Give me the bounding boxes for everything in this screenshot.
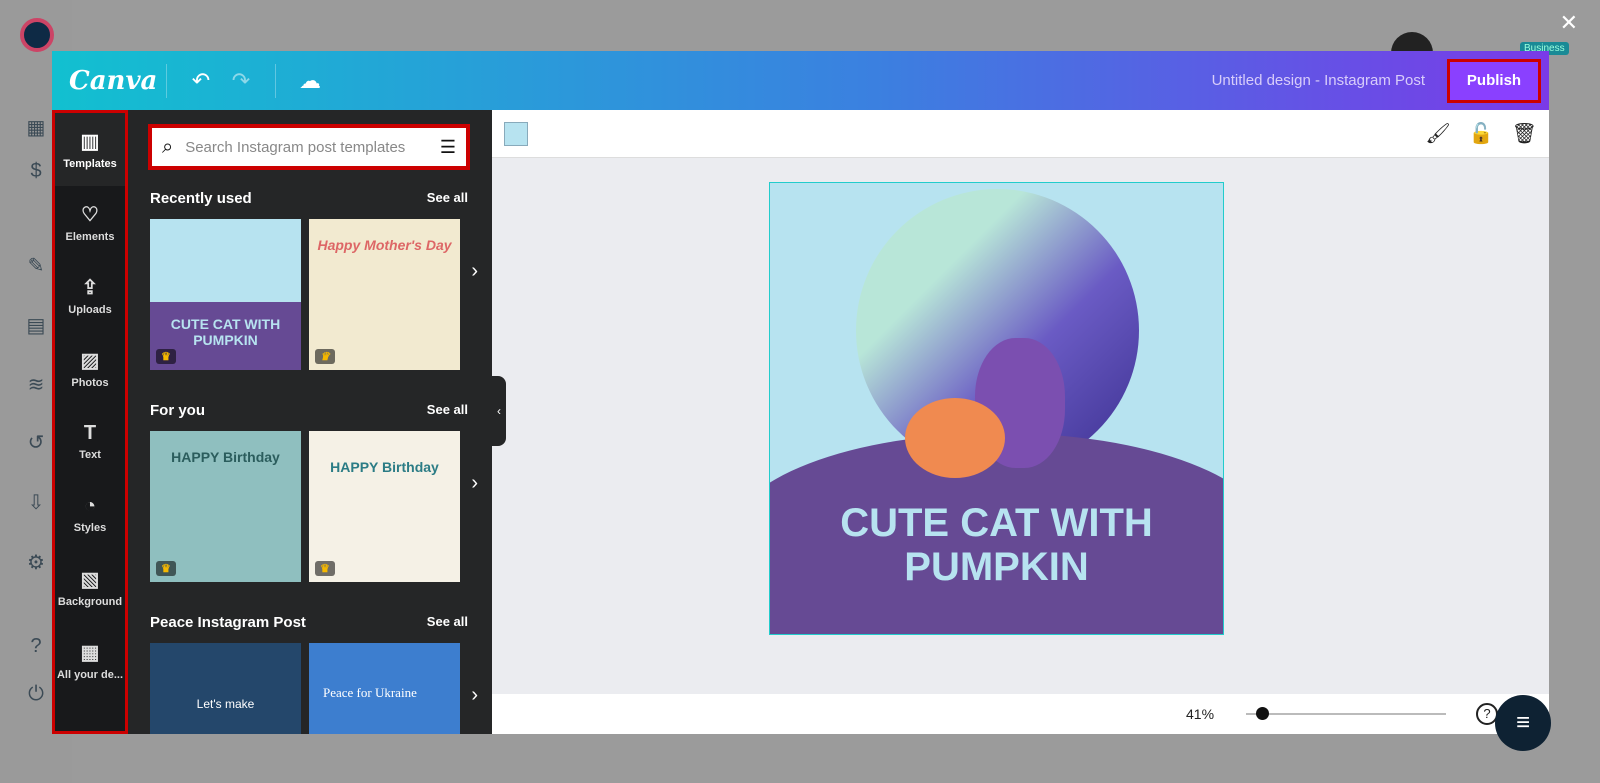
rail-elements[interactable]: ♡ Elements — [55, 186, 125, 259]
close-icon[interactable]: ✕ — [1560, 10, 1578, 36]
template-thumbnail[interactable]: HAPPY Birthday ♛ — [150, 431, 301, 582]
rail-label: Styles — [73, 522, 107, 534]
section-for-you: For you See all HAPPY Birthday ♛ HAPPY Bir… — [150, 402, 478, 582]
canvas-area: 🖌 🔓 🗑 CUTE CAT WITH PUMPKIN 41% ? — [492, 110, 1549, 734]
history-icon[interactable]: ↺ — [24, 430, 48, 454]
help-icon[interactable]: ? — [24, 635, 48, 659]
lock-icon[interactable]: 🔓 — [1469, 121, 1494, 146]
pumpkin-graphic — [905, 398, 1005, 478]
rail-label: Background — [57, 596, 123, 608]
background-icon: ▧ — [80, 569, 100, 591]
templates-panel: ⌕ Search Instagram post templates ☰ Rece… — [128, 110, 492, 734]
rail-label: Text — [79, 449, 101, 461]
settings-icon[interactable]: ⚙ — [24, 550, 48, 574]
rss-icon[interactable]: ≋ — [24, 372, 48, 396]
download-icon[interactable]: ⇩ — [24, 490, 48, 514]
search-input[interactable]: ⌕ Search Instagram post templates ☰ — [148, 124, 470, 170]
section-title: Peace Instagram Post — [150, 614, 306, 631]
thumb-text: Happy Mother's Day — [317, 237, 452, 253]
rail-photos[interactable]: ▨ Photos — [55, 332, 125, 405]
see-all-link[interactable]: See all — [427, 614, 468, 631]
footer-bar: 41% ? — [492, 694, 1549, 734]
canvas-toolbar: 🖌 🔓 🗑 — [492, 110, 1549, 158]
publish-button[interactable]: Publish — [1447, 58, 1541, 103]
chevron-right-icon[interactable]: › — [471, 472, 478, 495]
text-icon: T — [83, 422, 97, 444]
search-placeholder: Search Instagram post templates — [185, 138, 406, 156]
list-icon[interactable]: ▤ — [24, 313, 48, 337]
cloud-save-icon[interactable]: ☁ — [290, 68, 330, 94]
rail-label: All your de... — [56, 669, 123, 681]
see-all-link[interactable]: See all — [427, 402, 468, 419]
section-peace: Peace Instagram Post See all Let's make P… — [150, 614, 478, 734]
side-rail: ▥ Templates ♡ Elements ⇪ Uploads ▨ Photos TT… — [52, 110, 128, 734]
zoom-level[interactable]: 41% — [1186, 706, 1236, 722]
template-thumbnail[interactable]: Happy Mother's Day ♛ — [309, 219, 460, 370]
crown-icon: ♛ — [156, 561, 176, 576]
canva-logo[interactable]: Canva — [69, 66, 157, 96]
crown-icon: ♛ — [315, 349, 335, 364]
undo-icon[interactable]: ↶ — [181, 68, 221, 94]
divider — [275, 63, 276, 98]
elements-icon: ♡ — [81, 204, 99, 226]
rail-all-designs[interactable]: ▦ All your de... — [55, 624, 125, 697]
dashboard-icon[interactable]: ▦ — [24, 115, 48, 139]
top-bar: Canva ↶ ↷ ☁ Untitled design - Instagram … — [52, 51, 1549, 110]
redo-icon[interactable]: ↷ — [221, 68, 261, 94]
section-recently-used: Recently used See all CUTE CAT WITH PUMPK… — [150, 190, 478, 370]
design-headline[interactable]: CUTE CAT WITH PUMPKIN — [770, 501, 1223, 589]
templates-icon: ▥ — [80, 131, 100, 153]
rail-text[interactable]: T Text — [55, 405, 125, 478]
chevron-right-icon[interactable]: › — [471, 260, 478, 283]
photo-icon: ▨ — [80, 350, 100, 372]
zoom-slider[interactable] — [1246, 707, 1446, 720]
rail-uploads[interactable]: ⇪ Uploads — [55, 259, 125, 332]
host-logo — [20, 18, 54, 52]
section-title: Recently used — [150, 190, 252, 207]
collapse-panel-button[interactable]: ‹ — [492, 376, 506, 446]
thumb-text: HAPPY Birthday — [330, 459, 439, 475]
thumb-text: CUTE CAT WITH PUMPKIN — [170, 316, 281, 348]
divider — [166, 63, 167, 98]
background-color-swatch[interactable] — [504, 121, 528, 146]
palette-icon: ◔ — [83, 495, 97, 517]
template-thumbnail[interactable]: CUTE CAT WITH PUMPKIN ♛ — [150, 219, 301, 370]
power-icon[interactable]: ⏻ — [24, 683, 48, 707]
trash-icon[interactable]: 🗑 — [1512, 121, 1537, 146]
editor-icon[interactable]: ✎ — [24, 253, 48, 277]
canva-modal: Canva ↶ ↷ ☁ Untitled design - Instagram … — [52, 51, 1549, 734]
filter-icon[interactable]: ☰ — [440, 137, 456, 158]
thumb-text: Peace for Ukraine — [323, 685, 417, 700]
rail-templates[interactable]: ▥ Templates — [55, 113, 125, 186]
thumb-text: HAPPY Birthday — [171, 449, 280, 465]
rail-background[interactable]: ▧ Background — [55, 551, 125, 624]
paint-roller-icon[interactable]: 🖌 — [1425, 121, 1450, 146]
menu-fab-button[interactable]: ≡ — [1495, 695, 1551, 751]
template-thumbnail[interactable]: HAPPY Birthday ♛ — [309, 431, 460, 582]
section-title: For you — [150, 402, 205, 419]
template-thumbnail[interactable]: Let's make — [150, 643, 301, 734]
rail-label: Uploads — [68, 304, 112, 316]
rail-label: Elements — [65, 231, 115, 243]
upload-icon: ⇪ — [81, 277, 99, 299]
template-thumbnail[interactable]: Peace for Ukraine — [309, 643, 460, 734]
billing-icon[interactable]: $ — [24, 160, 48, 184]
see-all-link[interactable]: See all — [427, 190, 468, 207]
crown-icon: ♛ — [315, 561, 335, 576]
rail-label: Templates — [63, 158, 117, 170]
chevron-right-icon[interactable]: › — [471, 684, 478, 707]
design-canvas[interactable]: CUTE CAT WITH PUMPKIN — [769, 182, 1224, 635]
zoom-slider-knob[interactable] — [1256, 707, 1269, 720]
crown-icon: ♛ — [156, 349, 176, 364]
rail-styles[interactable]: ◔ Styles — [55, 478, 125, 551]
search-icon: ⌕ — [162, 135, 174, 158]
design-title[interactable]: Untitled design - Instagram Post — [1212, 72, 1425, 89]
grid-icon: ▦ — [80, 642, 100, 664]
rail-label: Photos — [71, 377, 109, 389]
thumb-text: Let's make — [196, 697, 255, 711]
